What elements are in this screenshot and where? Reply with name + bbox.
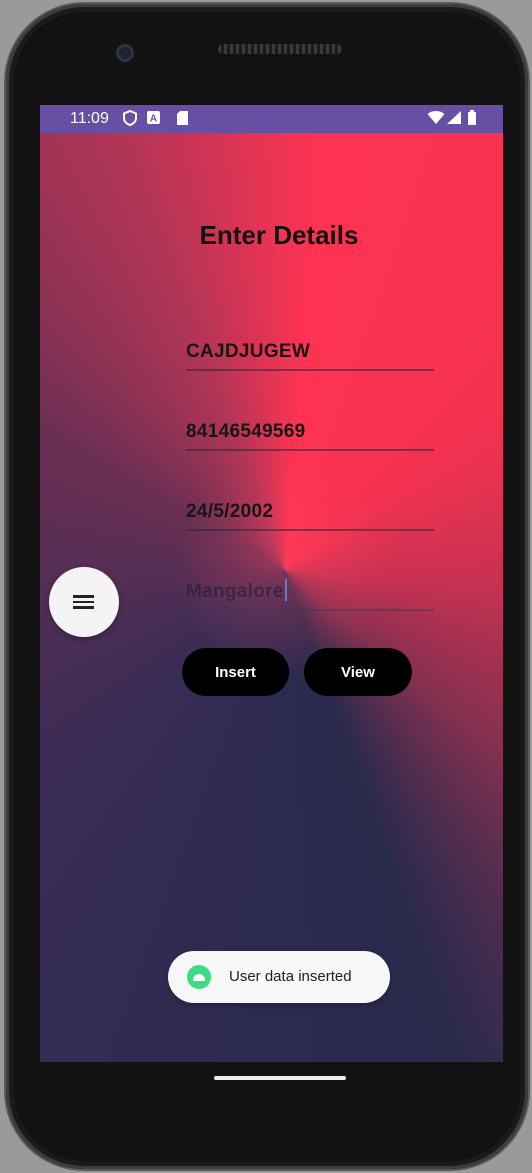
- shield-icon: [123, 109, 137, 130]
- phone-field-value: 84146549569: [186, 421, 306, 442]
- svg-text:A: A: [150, 114, 157, 125]
- phone-field[interactable]: 84146549569: [186, 411, 434, 451]
- city-field-content: Mangalore: [186, 579, 287, 603]
- front-camera: [116, 44, 134, 62]
- view-button[interactable]: View: [304, 648, 412, 696]
- dob-field-value: 24/5/2002: [186, 501, 274, 522]
- menu-fab-button[interactable]: [49, 567, 119, 637]
- status-bar: 11:09 A: [40, 105, 503, 133]
- status-time: 11:09: [70, 110, 109, 127]
- name-field[interactable]: CAJDJUGEW: [186, 331, 434, 371]
- a-notification-icon: A: [146, 110, 161, 129]
- phone-frame: 11:09 A Enter Details CAJDJUGEW 84146549…: [6, 4, 528, 1169]
- sd-card-icon: [176, 110, 189, 130]
- earpiece-speaker: [218, 44, 342, 54]
- gesture-nav-handle[interactable]: [214, 1076, 346, 1080]
- city-field[interactable]: Mangalore: [186, 571, 434, 611]
- app-screen: 11:09 A Enter Details CAJDJUGEW 84146549…: [40, 105, 503, 1062]
- insert-button[interactable]: Insert: [182, 648, 289, 696]
- signal-icon: [446, 110, 462, 129]
- name-field-value: CAJDJUGEW: [186, 341, 311, 362]
- city-field-value: Mangalore: [186, 581, 284, 602]
- wifi-icon: [427, 110, 445, 129]
- menu-icon: [73, 595, 94, 609]
- page-title: Enter Details: [199, 220, 359, 250]
- dob-field[interactable]: 24/5/2002: [186, 491, 434, 531]
- text-cursor: [284, 579, 287, 601]
- toast-message: User data inserted: [229, 968, 352, 985]
- battery-icon: [467, 110, 477, 130]
- android-icon: [187, 965, 211, 989]
- toast-notification: User data inserted: [168, 951, 390, 1003]
